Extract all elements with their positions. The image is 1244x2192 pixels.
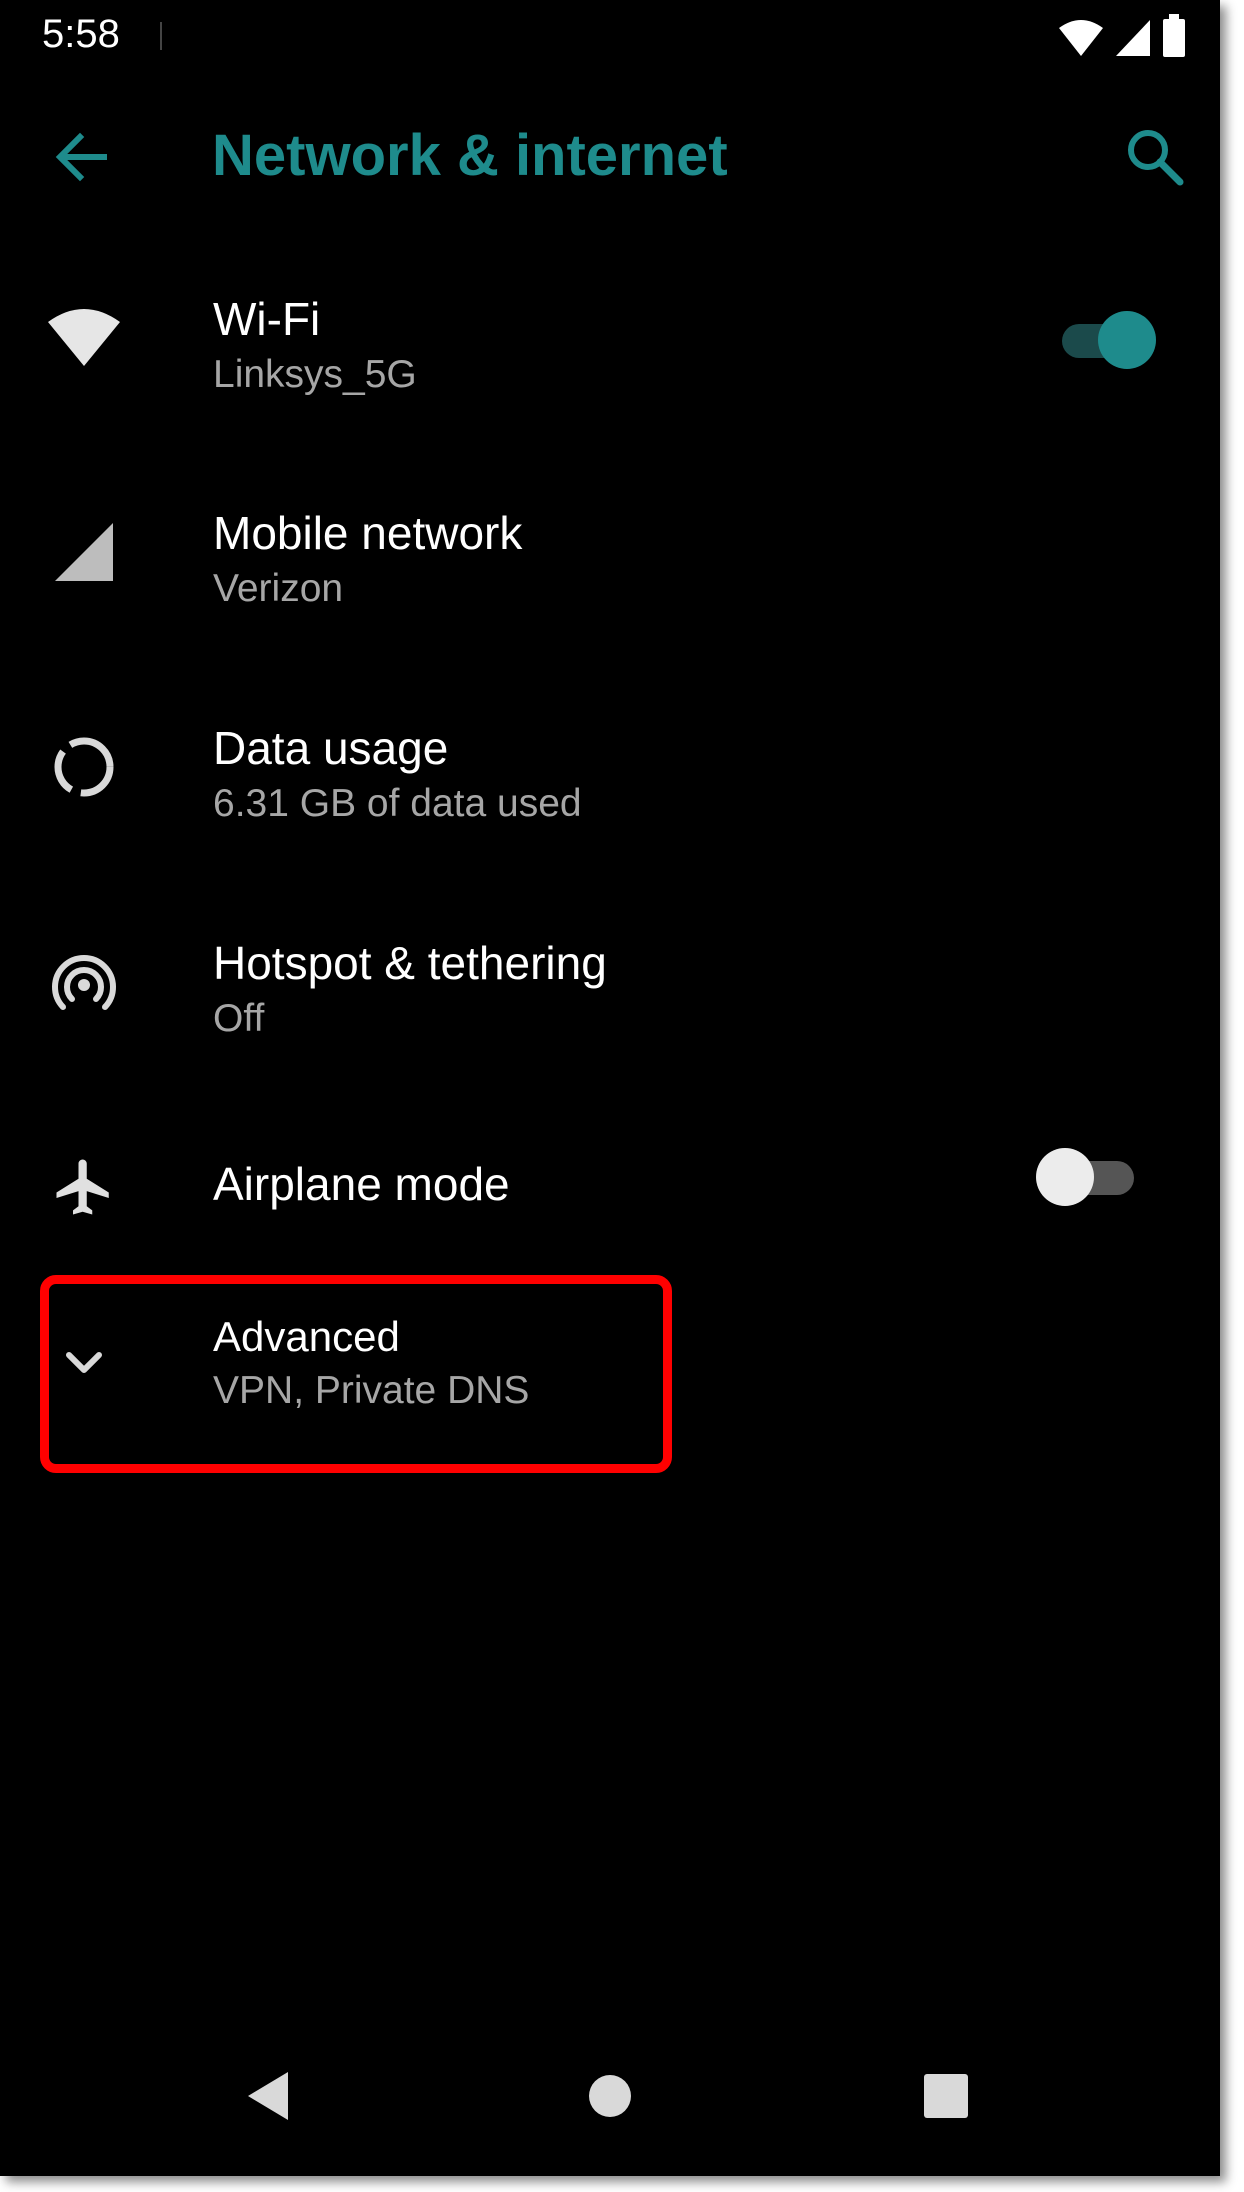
wifi-icon	[1058, 18, 1104, 63]
search-button[interactable]	[1120, 122, 1190, 192]
list-item-data-usage[interactable]: Data usage 6.31 GB of data used	[0, 675, 1220, 875]
mobile-network-subtitle: Verizon	[213, 567, 344, 610]
nav-back-button[interactable]	[240, 2066, 300, 2126]
data-usage-subtitle: 6.31 GB of data used	[213, 782, 582, 825]
signal-icon	[1114, 18, 1152, 63]
nav-home-button[interactable]	[580, 2066, 640, 2126]
page-title: Network & internet	[212, 123, 728, 188]
list-item-mobile-network[interactable]: Mobile network Verizon	[0, 460, 1220, 660]
data-usage-title: Data usage	[213, 722, 449, 774]
wifi-subtitle: Linksys_5G	[213, 353, 417, 396]
status-divider	[160, 22, 162, 50]
wifi-title: Wi-Fi	[213, 293, 321, 345]
battery-icon	[1162, 14, 1186, 63]
hotspot-subtitle: Off	[213, 997, 265, 1040]
status-icons	[1058, 14, 1186, 63]
wifi-icon	[42, 295, 126, 379]
data-usage-icon	[42, 725, 126, 809]
mobile-network-title: Mobile network	[213, 507, 523, 559]
cellular-signal-icon	[42, 510, 126, 594]
hotspot-icon	[42, 940, 126, 1024]
airplane-mode-toggle[interactable]	[1036, 1147, 1136, 1207]
list-item-wifi[interactable]: Wi-Fi Linksys_5G	[0, 245, 1220, 445]
arrow-back-icon	[55, 132, 107, 182]
back-triangle-icon	[248, 2072, 288, 2120]
phone-screen: 5:58 Network & internet Wi-Fi Linksys_5G…	[0, 0, 1220, 2176]
recents-square-icon	[924, 2074, 968, 2118]
navigation-bar	[0, 2030, 1220, 2160]
airplane-mode-title: Airplane mode	[213, 1158, 510, 1210]
hotspot-title: Hotspot & tethering	[213, 937, 607, 989]
status-bar: 5:58	[0, 0, 1220, 72]
app-toolbar: Network & internet	[0, 90, 1220, 220]
highlight-annotation	[40, 1275, 672, 1473]
airplane-icon	[42, 1145, 126, 1229]
wifi-toggle[interactable]	[1056, 310, 1156, 370]
nav-recents-button[interactable]	[916, 2066, 976, 2126]
home-circle-icon	[589, 2075, 631, 2117]
list-item-hotspot[interactable]: Hotspot & tethering Off	[0, 890, 1220, 1090]
status-time: 5:58	[42, 12, 120, 56]
back-button[interactable]	[46, 122, 116, 192]
search-icon	[1128, 130, 1184, 186]
